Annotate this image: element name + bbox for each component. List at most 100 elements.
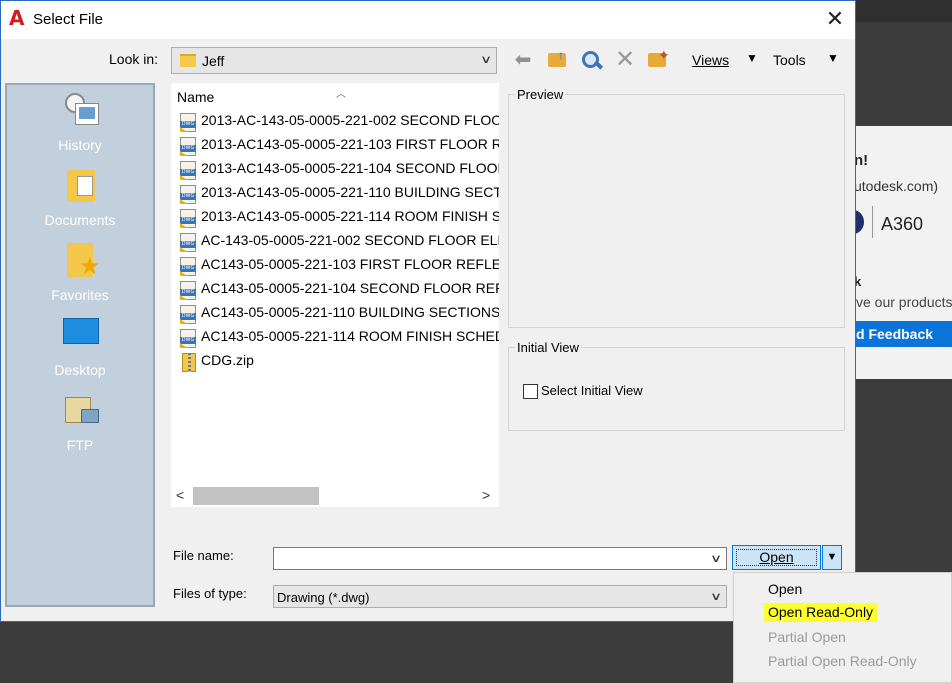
place-label: Desktop <box>54 362 106 378</box>
dialog-title: Select File <box>33 11 104 28</box>
file-name: AC143-05-0005-221-103 FIRST FLOOR REFLEC… <box>201 256 499 272</box>
places-bar: History Documents ★ Favorites Desktop FT… <box>5 83 155 607</box>
scroll-left-icon[interactable]: < <box>176 487 184 503</box>
focus-rect <box>736 549 817 566</box>
preview-title: Preview <box>515 87 566 102</box>
select-initial-view-checkbox[interactable] <box>523 384 538 399</box>
autocad-icon: A <box>9 6 25 30</box>
file-name: AC143-05-0005-221-104 SECOND FLOOR REFLE… <box>201 280 499 296</box>
file-row[interactable]: DWG 2013-AC143-05-0005-221-104 SECOND FL… <box>179 159 499 181</box>
file-name: AC-143-05-0005-221-002 SECOND FLOOR ELEC… <box>201 232 499 248</box>
search-web-icon[interactable] <box>579 49 604 71</box>
look-in-dropdown[interactable]: Jeff ∨ <box>171 47 497 74</box>
column-header-name[interactable]: Name <box>177 89 214 105</box>
dwg-file-icon: DWG <box>179 305 197 325</box>
dwg-file-icon: DWG <box>179 113 197 133</box>
chevron-down-icon: ∨ <box>479 54 493 66</box>
look-in-label: Look in: <box>109 51 159 67</box>
send-feedback-button[interactable]: d Feedback <box>856 321 952 347</box>
create-folder-icon[interactable]: ✦ <box>646 48 670 71</box>
a360-logo-icon <box>856 210 864 234</box>
menu-item-open-read-only[interactable]: Open Read-Only <box>764 603 878 622</box>
background-app-titlebar <box>856 0 952 22</box>
dwg-file-icon: DWG <box>179 257 197 277</box>
file-name-label: File name: <box>173 548 234 563</box>
views-menu[interactable]: Views <box>692 52 729 68</box>
file-row[interactable]: DWG 2013-AC143-05-0005-221-110 BUILDING … <box>179 183 499 205</box>
open-options-dropdown-button[interactable]: ▼ <box>822 545 842 570</box>
tools-dropdown-arrow-icon[interactable]: ▼ <box>827 51 839 65</box>
menu-item-open[interactable]: Open <box>768 581 802 597</box>
scroll-right-icon[interactable]: > <box>482 487 490 503</box>
file-name: AC143-05-0005-221-114 ROOM FINISH SCHEDU… <box>201 328 499 344</box>
scrollbar-thumb[interactable] <box>193 487 319 505</box>
documents-icon <box>63 166 99 202</box>
favorites-icon: ★ <box>63 241 101 279</box>
up-one-level-icon[interactable]: ↑ <box>546 49 570 71</box>
file-name: 2013-AC143-05-0005-221-114 ROOM FINISH S… <box>201 208 499 224</box>
background-app-panel: n! utodesk.com) A360 k ve our products d… <box>856 126 952 379</box>
dwg-file-icon: DWG <box>179 185 197 205</box>
ftp-icon <box>63 391 99 427</box>
file-row[interactable]: DWG AC143-05-0005-221-110 BUILDING SECTI… <box>179 303 499 325</box>
background-products-text: ve our products <box>856 294 952 310</box>
initial-view-title: Initial View <box>515 340 581 355</box>
tools-menu[interactable]: Tools <box>773 52 806 68</box>
zip-file-icon <box>179 353 197 373</box>
open-button[interactable]: Open <box>732 545 821 570</box>
file-row[interactable]: DWG 2013-AC-143-05-0005-221-002 SECOND F… <box>179 111 499 133</box>
file-row[interactable]: CDG.zip <box>179 351 499 373</box>
place-desktop[interactable]: Desktop <box>7 310 153 385</box>
dialog-titlebar: A Select File ✕ <box>1 1 855 39</box>
place-documents[interactable]: Documents <box>7 160 153 235</box>
background-heading: n! <box>856 152 869 169</box>
background-subheading: k <box>856 274 862 289</box>
chevron-down-icon: ∨ <box>709 591 723 603</box>
history-icon <box>63 91 99 127</box>
file-row[interactable]: DWG AC143-05-0005-221-114 ROOM FINISH SC… <box>179 327 499 349</box>
close-button[interactable]: ✕ <box>819 5 851 33</box>
dwg-file-icon: DWG <box>179 233 197 253</box>
open-options-menu: Open Open Read-Only Partial Open Partial… <box>733 572 952 683</box>
file-row[interactable]: DWG AC143-05-0005-221-103 FIRST FLOOR RE… <box>179 255 499 277</box>
horizontal-scrollbar[interactable]: < > <box>171 485 499 507</box>
look-in-value: Jeff <box>202 53 225 69</box>
file-name: 2013-AC143-05-0005-221-104 SECOND FLOOR … <box>201 160 499 176</box>
menu-item-partial-open-read-only: Partial Open Read-Only <box>768 653 917 669</box>
files-of-type-select[interactable]: Drawing (*.dwg) ∨ <box>273 585 727 608</box>
file-list[interactable]: ︿ Name DWG 2013-AC-143-05-0005-221-002 S… <box>171 83 499 507</box>
file-name: 2013-AC143-05-0005-221-110 BUILDING SECT… <box>201 184 499 200</box>
desktop-icon <box>63 316 99 352</box>
files-of-type-value: Drawing (*.dwg) <box>277 590 370 605</box>
dwg-file-icon: DWG <box>179 209 197 229</box>
menu-item-partial-open: Partial Open <box>768 629 846 645</box>
a360-label: A360 <box>881 214 924 234</box>
select-file-dialog: A Select File ✕ Look in: Jeff ∨ ⬅ ↑ ✕ ✦ … <box>0 0 856 622</box>
file-row[interactable]: DWG AC143-05-0005-221-104 SECOND FLOOR R… <box>179 279 499 301</box>
chevron-down-icon[interactable]: ∨ <box>710 552 722 565</box>
select-initial-view-label[interactable]: Select Initial View <box>541 383 643 398</box>
place-label: History <box>58 137 102 153</box>
back-arrow-icon[interactable]: ⬅ <box>511 49 535 71</box>
file-name: 2013-AC-143-05-0005-221-002 SECOND FLOOR… <box>201 112 499 128</box>
dwg-file-icon: DWG <box>179 281 197 301</box>
file-row[interactable]: DWG AC-143-05-0005-221-002 SECOND FLOOR … <box>179 231 499 253</box>
dwg-file-icon: DWG <box>179 329 197 349</box>
folder-icon <box>180 54 196 67</box>
place-favorites[interactable]: ★ Favorites <box>7 235 153 310</box>
files-of-type-label: Files of type: <box>173 586 247 601</box>
file-name: CDG.zip <box>201 352 254 368</box>
preview-group: Preview <box>508 87 845 328</box>
file-name: AC143-05-0005-221-110 BUILDING SECTIONS <box>201 304 499 320</box>
place-history[interactable]: History <box>7 85 153 160</box>
file-row[interactable]: DWG 2013-AC143-05-0005-221-114 ROOM FINI… <box>179 207 499 229</box>
delete-icon[interactable]: ✕ <box>613 48 637 72</box>
background-url: utodesk.com) <box>856 178 939 194</box>
place-label: FTP <box>66 437 94 453</box>
divider <box>872 206 873 238</box>
file-name-input[interactable]: ∨ <box>273 547 727 570</box>
views-dropdown-arrow-icon[interactable]: ▼ <box>746 51 758 65</box>
dwg-file-icon: DWG <box>179 161 197 181</box>
file-row[interactable]: DWG 2013-AC143-05-0005-221-103 FIRST FLO… <box>179 135 499 157</box>
place-ftp[interactable]: FTP <box>7 385 153 460</box>
